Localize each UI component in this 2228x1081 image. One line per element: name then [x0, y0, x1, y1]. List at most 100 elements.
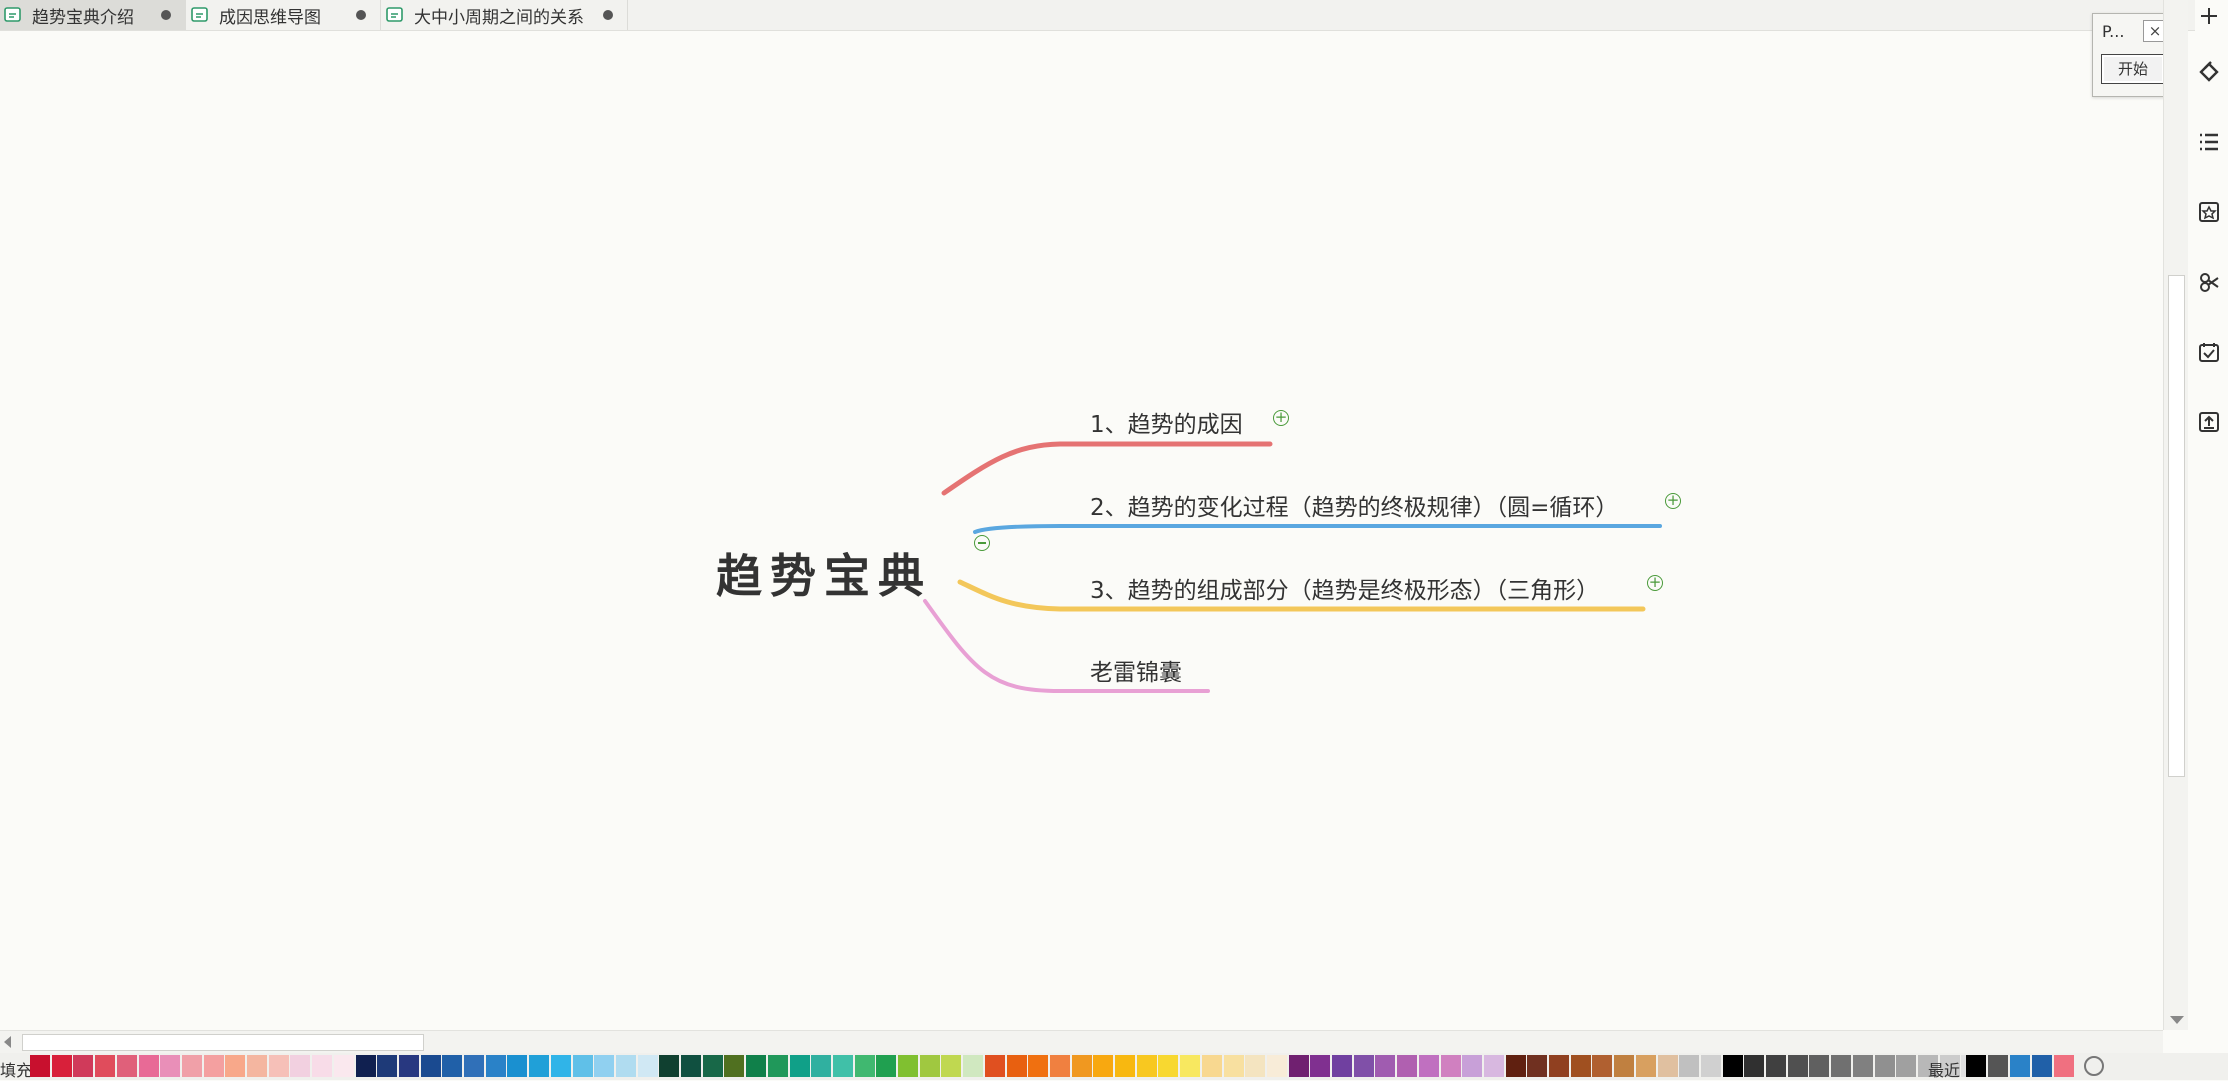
color-swatch[interactable]	[1007, 1055, 1027, 1077]
central-topic[interactable]: 趋势宝典	[716, 540, 932, 606]
color-swatch[interactable]	[1744, 1055, 1764, 1077]
color-swatch[interactable]	[1658, 1055, 1678, 1077]
expand-plus-icon[interactable]: +	[1665, 493, 1681, 509]
color-swatch[interactable]	[1332, 1055, 1352, 1077]
color-swatch[interactable]	[1050, 1055, 1070, 1077]
color-swatch[interactable]	[1571, 1055, 1591, 1077]
horizontal-scroll-thumb[interactable]	[22, 1034, 424, 1051]
branch-topic-4[interactable]: 老雷锦囊	[1090, 653, 1182, 687]
color-swatch[interactable]	[1028, 1055, 1048, 1077]
tab-unsaved-dot-icon[interactable]	[161, 10, 171, 20]
start-button[interactable]: 开始	[2101, 54, 2165, 84]
color-swatch[interactable]	[486, 1055, 506, 1077]
color-swatch[interactable]	[1506, 1055, 1526, 1077]
color-swatch[interactable]	[117, 1055, 137, 1077]
branch-topic-2[interactable]: 2、趋势的变化过程（趋势的终极规律）（圆=循环）	[1090, 488, 1618, 522]
color-swatch[interactable]	[1853, 1055, 1873, 1077]
color-swatch[interactable]	[1462, 1055, 1482, 1077]
recent-color-swatch[interactable]	[1988, 1055, 2008, 1077]
color-swatch[interactable]	[1766, 1055, 1786, 1077]
color-swatch[interactable]	[1484, 1055, 1504, 1077]
color-swatch[interactable]	[1809, 1055, 1829, 1077]
expand-plus-icon[interactable]: +	[1647, 575, 1663, 591]
color-swatch[interactable]	[1202, 1055, 1222, 1077]
task-icon[interactable]	[2197, 340, 2221, 364]
color-swatch[interactable]	[724, 1055, 744, 1077]
color-swatch[interactable]	[247, 1055, 267, 1077]
style-icon[interactable]	[2197, 58, 2221, 82]
color-swatch[interactable]	[898, 1055, 918, 1077]
color-swatch[interactable]	[681, 1055, 701, 1077]
color-swatch[interactable]	[1831, 1055, 1851, 1077]
color-swatch[interactable]	[1592, 1055, 1612, 1077]
color-swatch[interactable]	[1137, 1055, 1157, 1077]
recent-color-swatch[interactable]	[2010, 1055, 2030, 1077]
scroll-down-arrow-icon[interactable]	[2170, 1016, 2184, 1024]
icon-library-icon[interactable]	[2197, 200, 2221, 224]
color-swatch[interactable]	[442, 1055, 462, 1077]
color-swatch[interactable]	[1788, 1055, 1808, 1077]
color-swatch[interactable]	[985, 1055, 1005, 1077]
color-swatch[interactable]	[182, 1055, 202, 1077]
color-swatch[interactable]	[790, 1055, 810, 1077]
color-swatch[interactable]	[594, 1055, 614, 1077]
color-swatch[interactable]	[1896, 1055, 1916, 1077]
color-swatch[interactable]	[334, 1055, 354, 1077]
tab-unsaved-dot-icon[interactable]	[603, 10, 613, 20]
color-swatch[interactable]	[529, 1055, 549, 1077]
color-swatch[interactable]	[811, 1055, 831, 1077]
branch-topic-3[interactable]: 3、趋势的组成部分（趋势是终极形态）（三角形）	[1090, 571, 1599, 605]
horizontal-scrollbar[interactable]	[0, 1030, 2163, 1053]
color-swatch[interactable]	[421, 1055, 441, 1077]
recent-color-swatch[interactable]	[1966, 1055, 1986, 1077]
color-swatch[interactable]	[1527, 1055, 1547, 1077]
color-swatch[interactable]	[1701, 1055, 1721, 1077]
color-swatch[interactable]	[1158, 1055, 1178, 1077]
color-swatch[interactable]	[920, 1055, 940, 1077]
color-swatch[interactable]	[377, 1055, 397, 1077]
tab-cause-mindmap[interactable]: 成因思维导图	[187, 0, 381, 30]
branch-topic-1[interactable]: 1、趋势的成因	[1090, 405, 1243, 439]
color-swatch[interactable]	[1072, 1055, 1092, 1077]
color-swatch[interactable]	[269, 1055, 289, 1077]
color-swatch[interactable]	[638, 1055, 658, 1077]
scroll-left-arrow-icon[interactable]	[4, 1036, 11, 1048]
color-swatch[interactable]	[52, 1055, 72, 1077]
color-swatch[interactable]	[1267, 1055, 1287, 1077]
color-swatch[interactable]	[225, 1055, 245, 1077]
clip-icon[interactable]	[2197, 270, 2221, 294]
color-swatch[interactable]	[1441, 1055, 1461, 1077]
recent-color-swatch[interactable]	[2032, 1055, 2052, 1077]
color-swatch[interactable]	[73, 1055, 93, 1077]
color-swatch[interactable]	[941, 1055, 961, 1077]
color-swatch[interactable]	[1093, 1055, 1113, 1077]
color-swatch[interactable]	[1245, 1055, 1265, 1077]
color-swatch[interactable]	[1224, 1055, 1244, 1077]
color-swatch[interactable]	[139, 1055, 159, 1077]
color-swatch[interactable]	[768, 1055, 788, 1077]
color-swatch[interactable]	[1419, 1055, 1439, 1077]
color-swatch[interactable]	[876, 1055, 896, 1077]
color-swatch[interactable]	[30, 1055, 50, 1077]
color-swatch[interactable]	[855, 1055, 875, 1077]
outline-icon[interactable]	[2197, 130, 2221, 154]
color-swatch[interactable]	[1375, 1055, 1395, 1077]
color-swatch[interactable]	[616, 1055, 636, 1077]
color-swatch[interactable]	[1636, 1055, 1656, 1077]
vertical-scrollbar[interactable]	[2163, 0, 2188, 1030]
color-swatch[interactable]	[1289, 1055, 1309, 1077]
color-swatch[interactable]	[573, 1055, 593, 1077]
color-swatch[interactable]	[1354, 1055, 1374, 1077]
color-swatch[interactable]	[833, 1055, 853, 1077]
color-swatch[interactable]	[204, 1055, 224, 1077]
color-swatch[interactable]	[1310, 1055, 1330, 1077]
collapse-minus-icon[interactable]	[974, 535, 990, 551]
color-swatch[interactable]	[399, 1055, 419, 1077]
color-swatch[interactable]	[1875, 1055, 1895, 1077]
color-swatch[interactable]	[290, 1055, 310, 1077]
color-swatch[interactable]	[659, 1055, 679, 1077]
recent-color-swatch[interactable]	[2054, 1055, 2074, 1077]
tab-trend-intro[interactable]: 趋势宝典介绍	[0, 0, 186, 30]
color-swatch[interactable]	[1549, 1055, 1569, 1077]
color-swatch[interactable]	[312, 1055, 332, 1077]
